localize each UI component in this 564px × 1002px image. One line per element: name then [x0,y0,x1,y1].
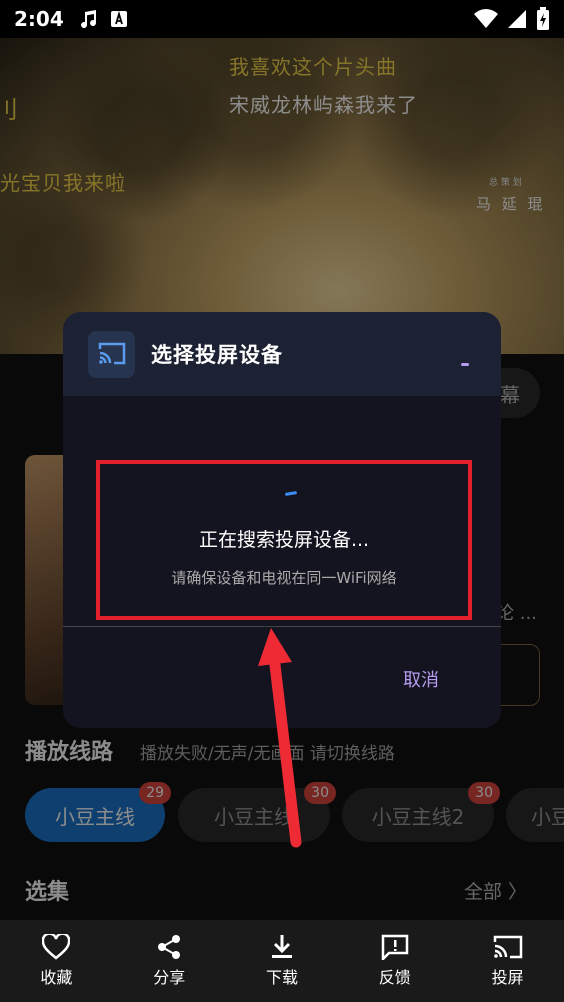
loading-spinner-icon [284,490,298,497]
dialog-divider [63,626,501,627]
loading-spinner-icon [461,363,469,366]
searching-status-area: 正在搜索投屏设备... 请确保设备和电视在同一WiFi网络 [96,460,472,620]
status-time: 2:04 [14,7,64,31]
bottom-nav: 收藏 分享 下载 反馈 投屏 [0,920,564,1002]
nav-share[interactable]: 分享 [113,920,226,1002]
nav-feedback-label: 反馈 [378,968,411,987]
nav-feedback[interactable]: 反馈 [338,920,451,1002]
nav-favorite[interactable]: 收藏 [0,920,113,1002]
cast-icon [98,342,125,365]
nav-download-label: 下载 [265,968,298,987]
wifi-icon [474,9,498,28]
nav-favorite-label: 收藏 [40,968,73,987]
dialog-title: 选择投屏设备 [151,343,283,367]
dialog-header: 选择投屏设备 [63,312,501,396]
battery-icon [537,7,549,30]
heart-icon [42,934,71,960]
share-icon [158,935,181,959]
wifi-hint-text: 请确保设备和电视在同一WiFi网络 [171,569,397,587]
music-note-icon [80,10,96,29]
cast-device-dialog: 选择投屏设备 正在搜索投屏设备... 请确保设备和电视在同一WiFi网络 取消 [63,312,501,728]
searching-text: 正在搜索投屏设备... [198,529,370,551]
nav-share-label: 分享 [153,968,186,987]
status-bar: 2:04 [0,0,564,38]
cancel-button[interactable]: 取消 [403,666,439,692]
nav-cast-label: 投屏 [491,968,524,987]
nav-download[interactable]: 下载 [226,920,339,1002]
cast-icon-box [88,330,135,378]
keyboard-a-icon [110,10,127,27]
nav-cast[interactable]: 投屏 [451,920,564,1002]
download-icon [271,935,292,958]
signal-icon [508,10,526,28]
feedback-icon [381,934,409,960]
cast-icon [493,935,522,959]
